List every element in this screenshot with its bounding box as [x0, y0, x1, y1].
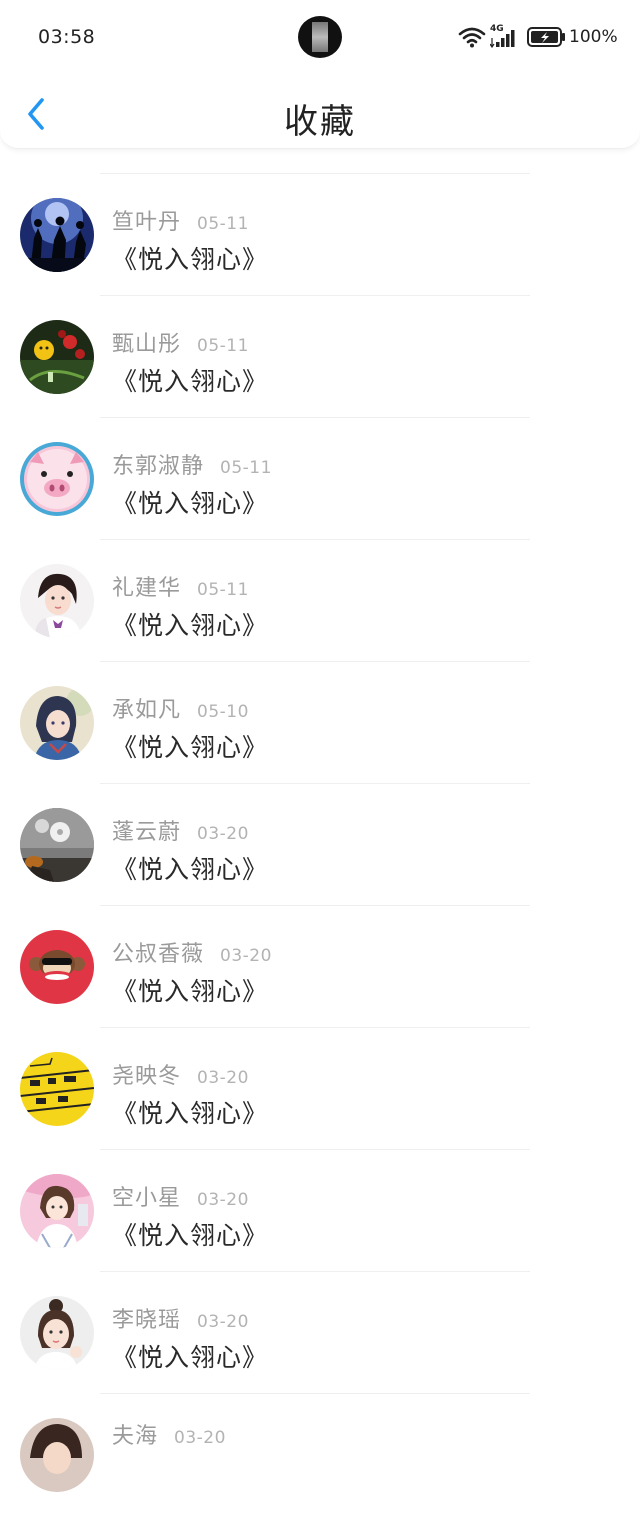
list-item[interactable]: 甄山彤 05-11 《悦入翎心》 [0, 296, 640, 418]
item-title[interactable]: 《悦入翎心》 [112, 484, 268, 520]
monkey-avatar-icon [20, 930, 94, 1004]
list-item[interactable]: 公叔香薇 03-20 《悦入翎心》 [0, 906, 640, 1028]
item-meta: 东郭淑静 05-11 [112, 448, 272, 479]
list-item[interactable]: 尧映冬 03-20 《悦入翎心》 [0, 1028, 640, 1150]
pig-avatar-icon [20, 442, 94, 516]
list-item[interactable]: 蓬云蔚 03-20 《悦入翎心》 [0, 784, 640, 906]
portrait-avatar-icon [20, 1296, 94, 1370]
item-date: 05-11 [197, 214, 249, 234]
item-date: 03-20 [174, 1428, 226, 1448]
list-item[interactable]: 夫海 03-20 [0, 1394, 640, 1516]
list-item[interactable]: 承如凡 05-10 《悦入翎心》 [0, 662, 640, 784]
item-date: 03-20 [197, 1068, 249, 1088]
app-header: 03:58 4G 100% 收藏 [0, 0, 640, 149]
item-date: 05-10 [197, 702, 249, 722]
item-date: 05-11 [220, 458, 272, 478]
item-meta: 尧映冬 03-20 [112, 1058, 249, 1089]
partial-avatar-icon [20, 1418, 94, 1492]
item-author: 笪叶丹 [112, 210, 182, 235]
item-title[interactable]: 《悦入翎心》 [112, 972, 268, 1008]
signal-icon [490, 30, 515, 48]
status-time: 03:58 [38, 26, 96, 48]
status-bar: 03:58 4G 100% [0, 0, 640, 76]
item-author: 空小星 [112, 1186, 182, 1211]
item-meta: 空小星 03-20 [112, 1180, 249, 1211]
item-title[interactable]: 《悦入翎心》 [112, 362, 268, 398]
list-item[interactable]: 笪叶丹 05-11 《悦入翎心》 [0, 174, 640, 296]
item-author: 甄山彤 [112, 332, 182, 357]
avatar[interactable] [20, 930, 94, 1004]
yellow-sketch-avatar-icon [20, 1052, 94, 1126]
flower-avatar-icon [20, 320, 94, 394]
item-author: 公叔香薇 [112, 942, 205, 967]
avatar[interactable] [20, 1052, 94, 1126]
avatar[interactable] [20, 1418, 94, 1492]
avatar[interactable] [20, 808, 94, 882]
item-meta: 公叔香薇 03-20 [112, 936, 272, 967]
anime-girl-avatar-icon [20, 686, 94, 760]
item-date: 05-11 [197, 336, 249, 356]
battery-percentage: 100% [569, 27, 618, 47]
item-meta: 蓬云蔚 03-20 [112, 814, 249, 845]
avatar[interactable] [20, 198, 94, 272]
item-date: 03-20 [197, 1312, 249, 1332]
item-title[interactable]: 《悦入翎心》 [112, 1094, 268, 1130]
item-meta: 笪叶丹 05-11 [112, 204, 249, 235]
item-author: 夫海 [112, 1424, 159, 1449]
item-author: 尧映冬 [112, 1064, 182, 1089]
list-item[interactable]: 礼建华 05-11 《悦入翎心》 [0, 540, 640, 662]
item-author: 承如凡 [112, 698, 182, 723]
item-author: 东郭淑静 [112, 454, 205, 479]
item-meta: 礼建华 05-11 [112, 570, 249, 601]
front-camera [298, 16, 342, 58]
item-date: 05-11 [197, 580, 249, 600]
wifi-icon [458, 27, 486, 48]
avatar[interactable] [20, 686, 94, 760]
item-title[interactable]: 《悦入翎心》 [112, 728, 268, 764]
item-author: 蓬云蔚 [112, 820, 182, 845]
nav-bar: 收藏 [0, 80, 640, 148]
list-item[interactable]: 东郭淑静 05-11 《悦入翎心》 [0, 418, 640, 540]
page-title: 收藏 [284, 102, 356, 142]
avatar[interactable] [20, 320, 94, 394]
pink-anime-avatar-icon [20, 1174, 94, 1248]
item-meta: 夫海 03-20 [112, 1418, 226, 1449]
item-meta: 李晓瑶 03-20 [112, 1302, 249, 1333]
item-title[interactable]: 《悦入翎心》 [112, 240, 268, 276]
item-date: 03-20 [220, 946, 272, 966]
favorites-list: 笪叶丹 05-11 《悦入翎心》 甄山彤 05-11 《悦入翎心》 东郭淑静 0… [0, 52, 640, 1516]
dark-dance-avatar-icon [20, 198, 94, 272]
girl-avatar-icon [20, 564, 94, 638]
item-title[interactable]: 《悦入翎心》 [112, 1216, 268, 1252]
item-title[interactable]: 《悦入翎心》 [112, 850, 268, 886]
avatar[interactable] [20, 442, 94, 516]
list-item[interactable]: 空小星 03-20 《悦入翎心》 [0, 1150, 640, 1272]
item-date: 03-20 [197, 1190, 249, 1210]
item-meta: 甄山彤 05-11 [112, 326, 249, 357]
item-author: 李晓瑶 [112, 1308, 182, 1333]
avatar[interactable] [20, 564, 94, 638]
avatar[interactable] [20, 1296, 94, 1370]
list-item[interactable]: 李晓瑶 03-20 《悦入翎心》 [0, 1272, 640, 1394]
item-title[interactable]: 《悦入翎心》 [112, 606, 268, 642]
item-author: 礼建华 [112, 576, 182, 601]
item-date: 03-20 [197, 824, 249, 844]
item-title[interactable]: 《悦入翎心》 [112, 1338, 268, 1374]
battery-icon [527, 27, 565, 47]
avatar[interactable] [20, 1174, 94, 1248]
item-meta: 承如凡 05-10 [112, 692, 249, 723]
still-life-avatar-icon [20, 808, 94, 882]
